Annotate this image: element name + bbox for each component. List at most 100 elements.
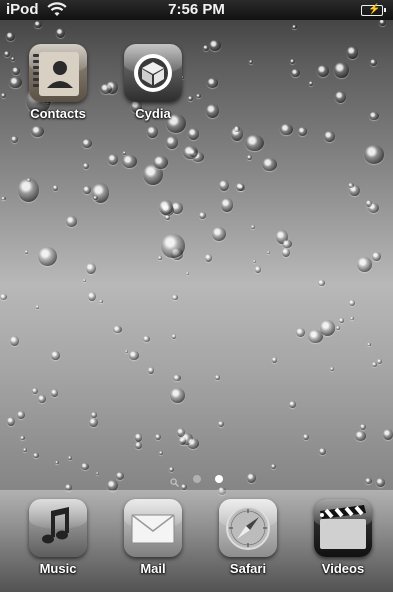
water-drop	[68, 455, 72, 460]
water-drop	[81, 138, 93, 148]
water-drop	[18, 177, 40, 202]
dock-app-videos[interactable]: Videos	[307, 499, 379, 576]
water-drop	[186, 438, 199, 450]
cydia-icon	[124, 44, 182, 102]
water-drop	[318, 279, 325, 287]
app-label: Mail	[140, 561, 166, 576]
page-dot	[193, 474, 201, 483]
water-drop	[308, 81, 314, 86]
water-drop	[89, 417, 98, 428]
contacts-icon	[29, 44, 87, 102]
water-drop	[55, 461, 59, 465]
water-drop	[169, 388, 185, 403]
water-drop	[56, 27, 66, 39]
water-drop	[0, 293, 8, 301]
water-drop	[365, 200, 372, 208]
water-drop	[38, 246, 57, 267]
water-drop	[339, 318, 344, 323]
water-drop	[83, 185, 92, 195]
water-drop	[317, 64, 330, 77]
water-drop	[147, 126, 158, 138]
page-dot-current	[215, 474, 224, 483]
water-drop	[123, 151, 127, 155]
water-drop	[122, 155, 137, 168]
water-drop	[204, 253, 212, 262]
water-drop	[153, 155, 168, 169]
water-drop	[32, 387, 39, 394]
water-drop	[271, 356, 278, 363]
page-indicator[interactable]	[0, 470, 393, 488]
water-drop	[377, 358, 382, 364]
water-drop	[143, 335, 150, 342]
water-drop	[99, 300, 103, 304]
water-drop	[135, 441, 142, 449]
water-drop	[247, 155, 252, 160]
water-drop	[82, 163, 89, 170]
water-drop	[280, 123, 293, 135]
water-drop	[172, 295, 178, 301]
water-drop	[253, 259, 257, 263]
water-drop	[319, 320, 335, 336]
water-drop	[369, 59, 377, 67]
water-drop	[382, 428, 393, 440]
water-drop	[211, 226, 227, 241]
water-drop	[37, 394, 46, 404]
home-screen: iPod 7:56 PM ⚡ Contacts Cydia Music Mail…	[0, 0, 393, 592]
water-drop	[196, 93, 201, 98]
water-drop	[245, 134, 264, 152]
app-cydia[interactable]: Cydia	[117, 44, 189, 121]
water-drop	[125, 350, 129, 354]
water-drop	[249, 60, 253, 65]
music-icon	[29, 499, 87, 557]
app-label: Cydia	[135, 106, 171, 121]
water-drop	[236, 183, 244, 192]
water-drop	[323, 130, 336, 143]
dock-app-music[interactable]: Music	[22, 499, 94, 576]
water-drop	[369, 112, 379, 121]
water-drop	[10, 135, 19, 144]
water-drop	[35, 305, 40, 309]
water-drop	[187, 128, 199, 140]
water-drop	[113, 325, 122, 334]
water-drop	[233, 126, 240, 133]
dock-app-mail[interactable]: Mail	[117, 499, 189, 576]
water-drop	[161, 234, 185, 258]
water-drop	[129, 351, 139, 361]
water-drop	[66, 216, 77, 227]
water-drop	[198, 211, 206, 219]
dock-app-safari[interactable]: Safari	[212, 499, 284, 576]
water-drop	[297, 127, 308, 136]
app-label: Safari	[229, 561, 267, 576]
water-drop	[9, 336, 19, 346]
app-label: Contacts	[30, 106, 86, 121]
water-drop	[183, 145, 198, 159]
water-drop	[348, 182, 354, 188]
water-drop	[154, 433, 161, 440]
water-drop	[6, 31, 16, 41]
water-drop	[266, 250, 271, 254]
water-drop	[34, 21, 42, 29]
water-drop	[282, 239, 292, 248]
water-drop	[166, 136, 179, 149]
water-drop	[367, 342, 372, 347]
water-drop	[19, 435, 25, 441]
water-drop	[292, 24, 297, 30]
water-drop	[303, 434, 309, 441]
water-drop	[262, 158, 277, 172]
water-drop	[178, 436, 187, 445]
water-drop	[185, 271, 190, 275]
water-drop	[50, 389, 59, 398]
water-drop	[51, 351, 60, 360]
water-drop	[206, 104, 220, 118]
water-drop	[357, 257, 373, 273]
water-drop	[31, 126, 45, 138]
water-drop	[7, 416, 16, 426]
water-drop	[330, 367, 335, 372]
app-contacts[interactable]: Contacts	[22, 44, 94, 121]
videos-icon	[314, 499, 372, 557]
app-label: Videos	[321, 561, 365, 576]
water-drop	[296, 327, 306, 337]
water-drop	[81, 462, 90, 470]
water-drop	[158, 255, 162, 260]
water-drop	[291, 69, 300, 77]
